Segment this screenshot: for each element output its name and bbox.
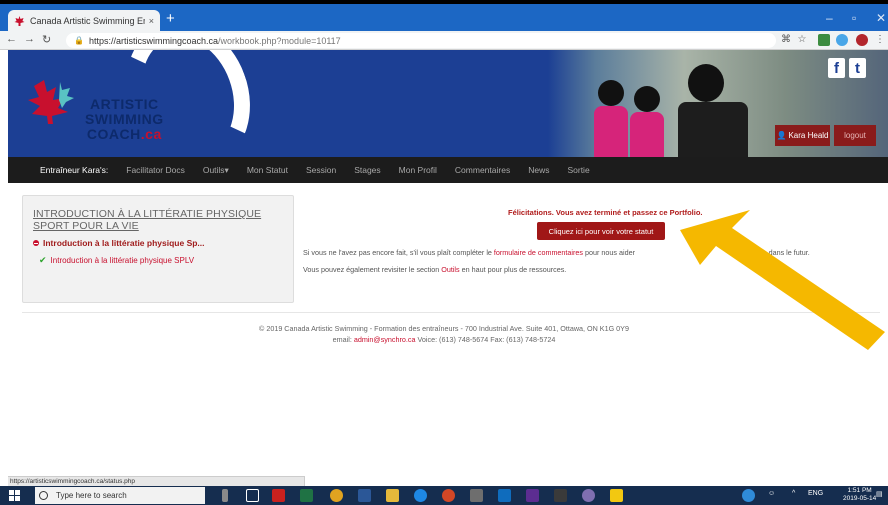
module-panel: INTRODUCTION À LA LITTÉRATIE PHYSIQUE SP…: [22, 195, 294, 303]
task-view-icon[interactable]: [246, 489, 259, 502]
tools-paragraph: Vous pouvez également revisiter le secti…: [303, 265, 566, 274]
logo-line1: ARTISTIC: [90, 96, 159, 112]
module-section-title: Introduction à la littératie physique Sp…: [43, 238, 205, 248]
notifications-icon[interactable]: ▤: [876, 490, 883, 498]
nav-mon-statut[interactable]: Mon Statut: [247, 165, 288, 175]
extension-icon[interactable]: [836, 34, 848, 46]
chevron-up-icon[interactable]: ^: [792, 490, 795, 497]
main-nav: Entraîneur Kara's: Facilitator Docs Outi…: [8, 157, 888, 183]
feedback-paragraph: Si vous ne l'avez pas encore fait, s'il …: [303, 248, 810, 257]
view-status-button[interactable]: Cliquez ici pour voir votre statut: [537, 222, 665, 240]
new-tab-button[interactable]: +: [166, 11, 175, 27]
nav-stages[interactable]: Stages: [354, 165, 380, 175]
site-header-banner: ARTISTIC SWIMMING COACH.ca f t: [8, 50, 888, 157]
lock-icon: 🔒: [74, 36, 84, 45]
tools-text-after: en haut pour plus de ressources.: [461, 265, 567, 274]
teams-icon[interactable]: [526, 489, 539, 502]
browser-tab-bar: Canada Artistic Swimming Entrai × + – ▫ …: [0, 0, 888, 31]
cortana-icon: [39, 491, 48, 500]
calculator-icon[interactable]: [470, 489, 483, 502]
app-icon[interactable]: [582, 489, 595, 502]
module-section[interactable]: Introduction à la littératie physique Sp…: [33, 238, 283, 248]
module-lesson-label: Introduction à la littératie physique SP…: [50, 256, 195, 265]
nav-coach-name: Entraîneur Kara's:: [40, 165, 109, 175]
nav-news[interactable]: News: [528, 165, 549, 175]
module-heading[interactable]: INTRODUCTION À LA LITTÉRATIE PHYSIQUE SP…: [33, 208, 283, 232]
clock-time: 1:51 PM: [847, 487, 872, 494]
acrobat-icon[interactable]: [272, 489, 285, 502]
module-lesson-item[interactable]: ✔ Introduction à la littératie physique …: [33, 255, 283, 266]
facebook-icon[interactable]: f: [828, 58, 845, 78]
url-bar[interactable]: 🔒 https://artisticswimmingcoach.ca/workb…: [66, 33, 776, 48]
logout-button[interactable]: logout: [834, 125, 876, 146]
footer-email-label: email:: [332, 335, 352, 344]
system-clock[interactable]: 1:51 PM 2019-05-14: [843, 487, 876, 503]
twitter-icon[interactable]: t: [849, 58, 866, 78]
powerpoint-rd-icon[interactable]: [498, 489, 511, 502]
nav-commentaires[interactable]: Commentaires: [455, 165, 510, 175]
mail-icon[interactable]: [554, 489, 567, 502]
help-icon[interactable]: [742, 489, 755, 502]
star-icon[interactable]: ☆: [796, 34, 808, 46]
address-toolbar: ← → ↻ 🔒 https://artisticswimmingcoach.ca…: [0, 31, 888, 50]
excel-icon[interactable]: [300, 489, 313, 502]
tab-title: Canada Artistic Swimming Entrai: [30, 15, 145, 26]
translate-icon[interactable]: ⌘: [780, 34, 792, 46]
user-icon: 👤: [776, 131, 787, 140]
file-explorer-icon[interactable]: [386, 489, 399, 502]
feedback-text: Si vous ne l'avez pas encore fait, s'il …: [303, 248, 492, 257]
clock-date: 2019-05-14: [843, 495, 877, 502]
powerpoint-icon[interactable]: [442, 489, 455, 502]
word-icon[interactable]: [358, 489, 371, 502]
minus-circle-icon: [33, 240, 39, 246]
tools-text: Vous pouvez également revisiter le secti…: [303, 265, 440, 274]
nav-sortie[interactable]: Sortie: [567, 165, 589, 175]
close-window-icon[interactable]: ✕: [876, 11, 886, 25]
feedback-text-after: pour nous aider: [585, 248, 635, 257]
chrome-icon[interactable]: [330, 489, 343, 502]
checkmark-icon: ✔: [39, 255, 47, 265]
reload-icon[interactable]: ↻: [42, 33, 51, 46]
forward-icon[interactable]: →: [24, 33, 35, 45]
nav-outils[interactable]: Outils▾: [203, 165, 229, 176]
language-indicator[interactable]: ENG: [808, 490, 823, 497]
taskbar-search-placeholder: Type here to search: [56, 491, 127, 500]
microphone-icon[interactable]: [222, 489, 228, 502]
social-links: f t: [828, 58, 866, 78]
site-logo[interactable]: ARTISTIC SWIMMING COACH.ca: [85, 97, 164, 142]
taskbar-search-box[interactable]: Type here to search: [35, 487, 205, 504]
annotation-arrow: [680, 210, 885, 350]
menu-dots-icon[interactable]: ⋮: [874, 34, 886, 46]
logo-line3: COACH: [86, 126, 141, 142]
logo-suffix: .ca: [140, 126, 162, 142]
profile-avatar[interactable]: [856, 34, 868, 46]
url-path: /workbook.php?module=10117: [218, 35, 341, 46]
nav-mon-profil[interactable]: Mon Profil: [399, 165, 437, 175]
congratulations-message: Félicitations. Vous avez terminé et pass…: [508, 208, 703, 217]
people-icon[interactable]: ☺: [768, 490, 775, 497]
footer-phone: Voice: (613) 748-5674 Fax: (613) 748-572…: [417, 335, 556, 344]
maximize-icon[interactable]: ▫: [852, 11, 856, 25]
footer-email-link[interactable]: admin@synchro.ca: [354, 335, 416, 344]
maple-leaf-logo: [28, 80, 74, 124]
windows-taskbar: Type here to search ☺ ^ ENG 1:51 PM 2019…: [0, 486, 888, 505]
logo-line2: SWIMMING: [85, 111, 164, 127]
url-host: https://artisticswimmingcoach.ca: [88, 35, 219, 46]
back-icon[interactable]: ←: [6, 33, 17, 45]
browser-tab[interactable]: Canada Artistic Swimming Entrai ×: [8, 10, 160, 31]
minimize-icon[interactable]: –: [826, 11, 833, 25]
extension-icon[interactable]: [818, 34, 830, 46]
nav-session[interactable]: Session: [306, 165, 336, 175]
feedback-form-link[interactable]: formulaire de commentaires: [494, 248, 583, 257]
user-profile-button[interactable]: 👤 Kara Heald: [775, 125, 830, 146]
user-name: Kara Heald: [788, 131, 829, 140]
nav-facilitator-docs[interactable]: Facilitator Docs: [126, 165, 185, 175]
windows-start-icon[interactable]: [9, 490, 20, 501]
tab-close-icon[interactable]: ×: [149, 16, 154, 26]
maple-leaf-icon: [14, 15, 25, 26]
tools-link[interactable]: Outils: [441, 265, 459, 274]
edge-icon[interactable]: [414, 489, 427, 502]
link-status-url: https://artisticswimmingcoach.ca/status.…: [8, 476, 305, 486]
store-icon[interactable]: [610, 489, 623, 502]
